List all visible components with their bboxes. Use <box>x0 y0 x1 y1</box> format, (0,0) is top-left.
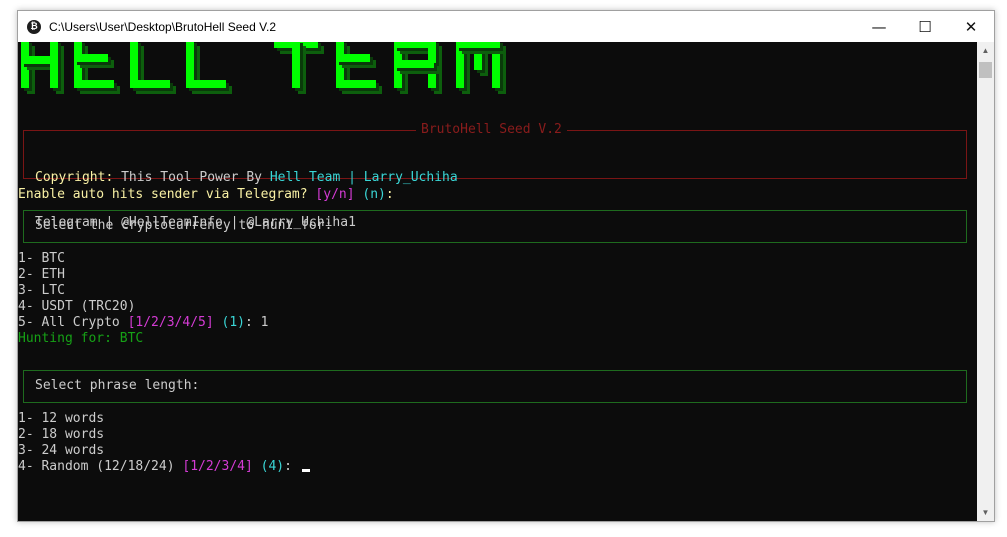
prompt-text: Enable auto hits sender via Telegram? <box>18 187 316 202</box>
text-cursor <box>301 469 310 472</box>
phrase-suffix: : <box>284 459 300 474</box>
crypto-option: 4- USDT (TRC20) <box>18 299 136 314</box>
close-button[interactable]: ✕ <box>948 11 994 42</box>
crypto-select-box: Select the cryptocurrency to hunt for: <box>23 210 967 243</box>
maximize-button[interactable]: ☐ <box>902 11 948 42</box>
banner-logo <box>18 42 618 100</box>
copyright-label: Copyright: <box>35 170 114 185</box>
copyright-text: This Tool Power By <box>113 170 270 185</box>
info-box-legend: BrutoHell Seed V.2 <box>416 122 567 137</box>
prompt-options: [y/n] <box>315 187 355 202</box>
crypto-select-title: Select the cryptocurrency to hunt for: <box>35 218 333 233</box>
scroll-up-icon[interactable]: ▲ <box>977 42 994 59</box>
crypto-options: [1/2/3/4/5] <box>127 315 214 330</box>
console-window: ₿ C:\Users\User\Desktop\BrutoHell Seed V… <box>17 10 995 522</box>
author-name: Larry_Uchiha <box>363 170 458 185</box>
hunting-status: Hunting for: BTC <box>18 331 144 346</box>
scroll-thumb[interactable] <box>979 62 992 78</box>
phrase-option: 2- 18 words <box>18 427 105 442</box>
team-name: Hell Team <box>269 170 341 185</box>
phrase-option: 3- 24 words <box>18 443 105 458</box>
crypto-option: 1- BTC <box>18 251 65 266</box>
phrase-prompt[interactable]: 4- Random (12/18/24) [1/2/3/4] (4): <box>18 459 310 475</box>
phrase-options: [1/2/3/4] <box>182 459 253 474</box>
phrase-default: (4) <box>260 459 285 474</box>
console-output[interactable]: BrutoHell Seed V.2 Copyright: This Tool … <box>18 42 977 521</box>
phrase-select-box: Select phrase length: <box>23 370 967 403</box>
prompt-suffix: : <box>385 187 394 202</box>
crypto-option: 2- ETH <box>18 267 65 282</box>
crypto-option: 3- LTC <box>18 283 65 298</box>
scroll-down-icon[interactable]: ▼ <box>977 504 994 521</box>
prompt-default: (n) <box>362 187 386 202</box>
title-bar[interactable]: ₿ C:\Users\User\Desktop\BrutoHell Seed V… <box>18 11 994 42</box>
window-title: C:\Users\User\Desktop\BrutoHell Seed V.2 <box>49 19 276 34</box>
crypto-answer: 1 <box>260 315 269 330</box>
vertical-scrollbar[interactable]: ▲ ▼ <box>977 42 994 521</box>
separator: | <box>340 170 364 185</box>
minimize-button[interactable]: — <box>856 11 902 42</box>
info-box: BrutoHell Seed V.2 Copyright: This Tool … <box>23 122 967 230</box>
phrase-option-random: 4- Random (12/18/24) <box>18 459 183 474</box>
telegram-prompt: Enable auto hits sender via Telegram? [y… <box>18 187 394 203</box>
phrase-select-title: Select phrase length: <box>35 378 200 393</box>
crypto-default: (1) <box>221 315 245 330</box>
crypto-prompt: 5- All Crypto [1/2/3/4/5] (1): 1 <box>18 315 268 331</box>
crypto-suffix: : <box>244 315 261 330</box>
bitcoin-icon: ₿ <box>27 19 41 34</box>
crypto-option-all: 5- All Crypto <box>18 315 128 330</box>
phrase-option: 1- 12 words <box>18 411 105 426</box>
